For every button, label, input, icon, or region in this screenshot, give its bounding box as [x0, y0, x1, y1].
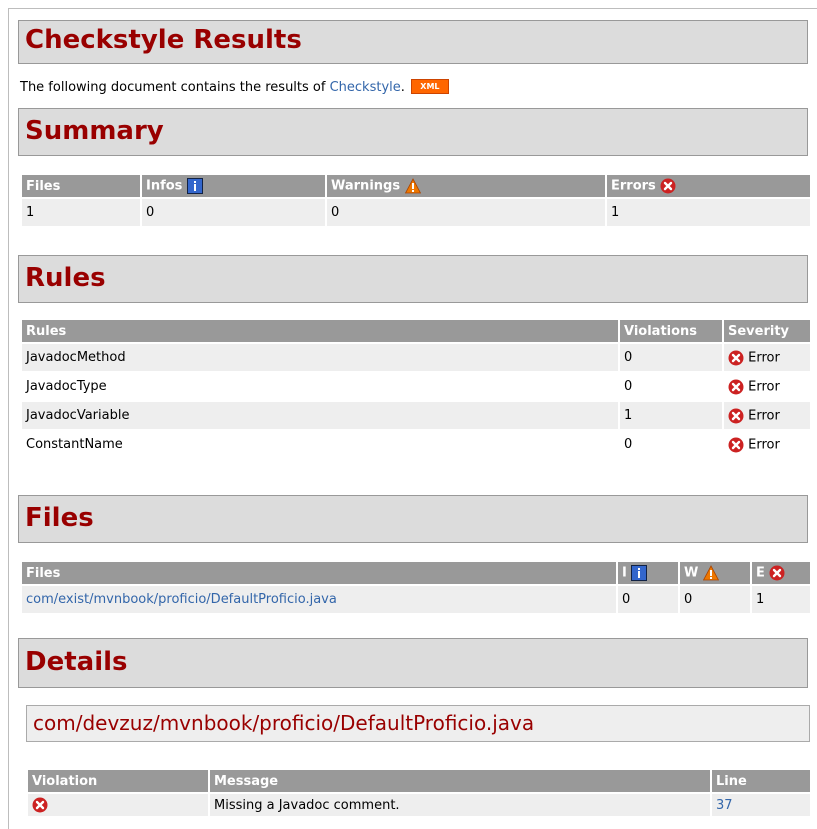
details-header-row: Violation Message Line [28, 770, 810, 792]
file-infos-value: 0 [618, 586, 678, 613]
rules-col-violations: Violations [620, 320, 722, 342]
rule-violations: 1 [620, 402, 722, 429]
error-icon [728, 408, 744, 424]
files-col-files: Files [22, 562, 616, 584]
summary-col-files-label: Files [26, 178, 61, 194]
files-col-warnings-label: W [684, 565, 699, 581]
warning-icon [703, 565, 719, 581]
summary-col-files: Files [22, 175, 140, 197]
violation-message: Missing a Javadoc comment. [210, 794, 710, 816]
rule-severity-label: Error [748, 437, 780, 452]
intro-suffix: . [400, 80, 405, 95]
checkstyle-link[interactable]: Checkstyle [330, 80, 401, 95]
summary-col-infos-label: Infos [146, 178, 183, 194]
rule-severity-label: Error [748, 379, 780, 394]
rule-row: ConstantName 0 Error [22, 431, 810, 458]
file-link[interactable]: com/exist/mvnbook/proficio/DefaultProfic… [26, 592, 337, 607]
rule-name: JavadocType [22, 373, 618, 400]
summary-warnings-value: 0 [327, 199, 605, 226]
error-icon [728, 379, 744, 395]
violation-line-link[interactable]: 37 [716, 798, 733, 813]
files-col-infos-label: I [622, 565, 627, 581]
rules-col-rules: Rules [22, 320, 618, 342]
page-title-bar: Checkstyle Results [18, 20, 808, 64]
intro-prefix: The following document contains the resu… [20, 80, 330, 95]
error-icon [728, 437, 744, 453]
files-table: Files I W E com/exist/mvnbook/proficio/D… [20, 560, 812, 615]
rule-name: ConstantName [22, 431, 618, 458]
rule-row: JavadocVariable 1 Error [22, 402, 810, 429]
files-header-row: Files I W E [22, 562, 810, 584]
summary-infos-value: 0 [142, 199, 325, 226]
rule-violations: 0 [620, 431, 722, 458]
rules-heading: Rules [25, 263, 106, 293]
error-icon [660, 178, 676, 194]
intro-text: The following document contains the resu… [20, 79, 449, 95]
rules-header-row: Rules Violations Severity [22, 320, 810, 342]
info-icon [631, 565, 647, 581]
rule-violations: 0 [620, 344, 722, 371]
summary-files-value: 1 [22, 199, 140, 226]
summary-col-errors-label: Errors [611, 178, 656, 194]
files-col-warnings: W [680, 562, 750, 584]
files-col-errors-label: E [756, 565, 765, 581]
file-cell: com/exist/mvnbook/proficio/DefaultProfic… [22, 586, 616, 613]
file-errors-value: 1 [752, 586, 810, 613]
summary-heading-bar: Summary [18, 108, 808, 156]
rule-row: JavadocType 0 Error [22, 373, 810, 400]
files-heading: Files [25, 503, 94, 533]
error-icon [769, 565, 785, 581]
details-heading: Details [25, 647, 128, 677]
details-table: Violation Message Line Missing a Javadoc… [26, 768, 812, 818]
violation-line-cell: 37 [712, 794, 810, 816]
details-col-line: Line [712, 770, 810, 792]
file-row: com/exist/mvnbook/proficio/DefaultProfic… [22, 586, 810, 613]
error-icon [728, 350, 744, 366]
summary-header-row: Files Infos Warnings Errors [22, 175, 810, 197]
details-file-title: com/devzuz/mvnbook/proficio/DefaultProfi… [26, 705, 810, 742]
summary-heading: Summary [25, 116, 164, 146]
page-title: Checkstyle Results [25, 25, 302, 55]
summary-col-warnings: Warnings [327, 175, 605, 197]
summary-col-infos: Infos [142, 175, 325, 197]
info-icon [187, 178, 203, 194]
summary-errors-value: 1 [607, 199, 810, 226]
details-col-message: Message [210, 770, 710, 792]
details-heading-bar: Details [18, 638, 808, 688]
rule-severity: Error [724, 431, 810, 458]
xml-badge[interactable]: XML [410, 79, 449, 94]
error-icon [32, 797, 48, 813]
files-heading-bar: Files [18, 495, 808, 543]
page-border-top [8, 8, 817, 9]
summary-col-warnings-label: Warnings [331, 178, 401, 194]
rule-name: JavadocMethod [22, 344, 618, 371]
warning-icon [405, 178, 421, 194]
page-border-left [8, 8, 9, 829]
rule-severity: Error [724, 344, 810, 371]
summary-col-errors: Errors [607, 175, 810, 197]
rule-severity-label: Error [748, 408, 780, 423]
summary-row: 1 0 0 1 [22, 199, 810, 226]
rule-name: JavadocVariable [22, 402, 618, 429]
rule-severity-label: Error [748, 350, 780, 365]
rule-row: JavadocMethod 0 Error [22, 344, 810, 371]
rule-severity: Error [724, 402, 810, 429]
files-col-infos: I [618, 562, 678, 584]
details-col-violation: Violation [28, 770, 208, 792]
rules-table: Rules Violations Severity JavadocMethod … [20, 318, 812, 460]
violation-row: Missing a Javadoc comment. 37 [28, 794, 810, 816]
rules-heading-bar: Rules [18, 255, 808, 303]
rule-severity: Error [724, 373, 810, 400]
violation-severity-cell [28, 794, 208, 816]
file-warnings-value: 0 [680, 586, 750, 613]
rule-violations: 0 [620, 373, 722, 400]
files-col-errors: E [752, 562, 810, 584]
rules-col-severity: Severity [724, 320, 810, 342]
summary-table: Files Infos Warnings Errors 1 0 0 1 [20, 173, 812, 228]
